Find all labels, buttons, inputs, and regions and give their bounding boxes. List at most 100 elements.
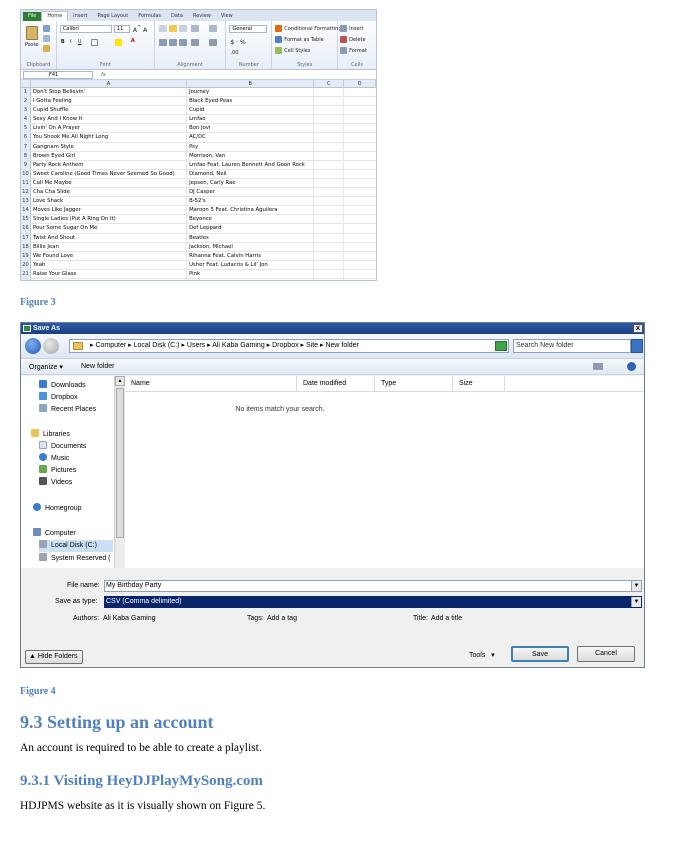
cell-empty[interactable] (314, 178, 345, 188)
tools-button[interactable]: Tools ▾ (469, 651, 495, 659)
row-number[interactable]: 7 (21, 142, 31, 151)
close-button[interactable]: x (633, 324, 643, 333)
title-value[interactable]: Add a title (431, 615, 462, 622)
nav-item-pictures[interactable]: Pictures (39, 465, 76, 477)
nav-item-documents[interactable]: Documents (39, 441, 86, 453)
cell-artist[interactable]: Jackson, Michael (187, 242, 315, 251)
cell-song[interactable]: We Found Love (31, 251, 188, 260)
cell-artist[interactable]: Diamond, Neil (187, 169, 315, 178)
number-format-select[interactable]: General (229, 25, 268, 33)
font-size-select[interactable]: 11 (113, 25, 130, 33)
cell-empty[interactable] (344, 133, 376, 141)
delete-cells-icon[interactable] (340, 36, 348, 43)
cell-song[interactable]: Sweet Caroline (Good Times Never Seemed … (31, 169, 188, 178)
row-number[interactable]: 10 (21, 169, 31, 178)
cell-empty[interactable] (344, 197, 376, 205)
insert-button[interactable]: Insert (349, 26, 363, 32)
row-number[interactable]: 19 (21, 251, 31, 260)
tab-insert[interactable]: Insert (68, 12, 92, 21)
fill-color-icon[interactable] (114, 39, 122, 46)
column-type[interactable]: Type (375, 376, 453, 391)
cell-artist[interactable]: Psy (187, 142, 315, 151)
row-number[interactable]: 1 (21, 88, 31, 97)
cell-song[interactable]: Pour Some Sugar On Me (31, 224, 188, 233)
cell-song[interactable]: Single Ladies (Put A Ring On It) (31, 215, 188, 224)
italic-icon[interactable]: I (70, 39, 71, 45)
cell-empty[interactable] (344, 152, 376, 160)
cell-empty[interactable] (314, 160, 345, 169)
align-middle-icon[interactable] (168, 25, 177, 32)
chevron-down-icon[interactable]: ▼ (631, 597, 641, 607)
tab-formulas[interactable]: Formulas (133, 12, 166, 21)
align-right-icon[interactable] (178, 39, 187, 46)
paste-icon[interactable] (26, 26, 38, 40)
merge-center-icon[interactable] (208, 39, 217, 46)
cut-icon[interactable] (43, 25, 50, 32)
cell-empty[interactable] (314, 215, 345, 224)
row-number[interactable]: 13 (21, 197, 31, 206)
cell-song[interactable]: You Shook Me All Night Long (31, 133, 188, 142)
font-color-icon[interactable]: A (131, 38, 135, 44)
copy-icon[interactable] (43, 35, 50, 42)
tab-page-layout[interactable]: Page Layout (92, 12, 133, 21)
row-number[interactable]: 8 (21, 151, 31, 160)
cell-empty[interactable] (344, 261, 376, 269)
conditional-formatting-icon[interactable] (275, 25, 283, 32)
tab-view[interactable]: View (216, 12, 238, 21)
cell-song[interactable]: Moves Like Jagger (31, 206, 188, 215)
cell-empty[interactable] (344, 234, 376, 242)
cell-song[interactable]: Raise Your Glass (31, 269, 188, 278)
cell-song[interactable]: Billie Jean (31, 242, 188, 251)
align-left-icon[interactable] (158, 39, 167, 46)
nav-item-music[interactable]: Music (39, 453, 69, 465)
cell-artist[interactable]: Black Eyed Peas (187, 97, 315, 106)
cell-empty[interactable] (344, 115, 376, 123)
nav-item-system-reserved[interactable]: System Reserved ( (39, 553, 111, 565)
refresh-icon[interactable] (495, 341, 507, 351)
indent-icon[interactable] (190, 39, 199, 46)
decimal-icon[interactable]: .00 (230, 50, 238, 56)
orientation-icon[interactable] (190, 25, 199, 32)
grow-font-icon[interactable]: A^ A (133, 25, 147, 34)
bold-icon[interactable]: B (61, 39, 65, 45)
cell-artist[interactable]: AC/DC (187, 133, 315, 142)
cell-empty[interactable] (344, 252, 376, 260)
cell-empty[interactable] (344, 97, 376, 105)
format-as-table-button[interactable]: Format as Table (284, 37, 323, 43)
cell-empty[interactable] (344, 170, 376, 178)
nav-item-local-disk[interactable]: Local Disk (C:) (39, 540, 113, 552)
tags-value[interactable]: Add a tag (267, 615, 297, 622)
cell-song[interactable]: Cupid Shuffle (31, 106, 188, 115)
cell-empty[interactable] (344, 161, 376, 169)
cell-empty[interactable] (314, 106, 345, 115)
column-size[interactable]: Size (453, 376, 505, 391)
select-all-corner[interactable] (21, 80, 31, 87)
cell-artist[interactable]: Pink (187, 269, 315, 278)
cell-empty[interactable] (314, 206, 345, 215)
scroll-thumb[interactable] (116, 388, 124, 538)
cell-artist[interactable]: Cupid (187, 106, 315, 115)
currency-icon[interactable]: $ · % (230, 39, 245, 46)
new-folder-button[interactable]: New folder (81, 363, 114, 370)
row-number[interactable]: 17 (21, 233, 31, 242)
cell-empty[interactable] (314, 97, 345, 106)
column-header[interactable]: B (187, 80, 315, 87)
cell-empty[interactable] (314, 115, 345, 124)
cell-song[interactable]: Wobble (31, 278, 188, 280)
nav-item-downloads[interactable]: Downloads (39, 380, 86, 392)
cell-empty[interactable] (344, 270, 376, 278)
align-bottom-icon[interactable] (178, 25, 187, 32)
chevron-down-icon[interactable]: ▼ (631, 581, 641, 591)
cell-artist[interactable]: Morrison, Van (187, 151, 315, 160)
row-number[interactable]: 14 (21, 206, 31, 215)
cell-empty[interactable] (344, 243, 376, 251)
cell-artist[interactable]: V.I.C. (187, 278, 315, 280)
cancel-button[interactable]: Cancel (577, 646, 635, 662)
cell-empty[interactable] (344, 188, 376, 196)
cell-empty[interactable] (314, 197, 345, 206)
cell-artist[interactable]: Beyonce (187, 215, 315, 224)
cell-empty[interactable] (314, 88, 345, 97)
row-number[interactable]: 15 (21, 215, 31, 224)
row-number[interactable]: 6 (21, 133, 31, 142)
cell-styles-icon[interactable] (275, 47, 283, 54)
